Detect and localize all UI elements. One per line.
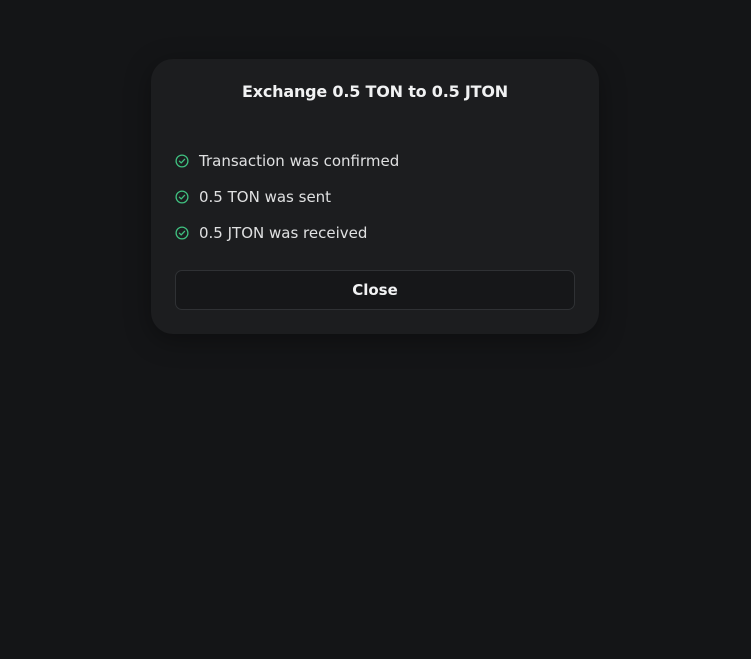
status-text: 0.5 TON was sent [199, 188, 332, 206]
status-text: 0.5 JTON was received [199, 224, 368, 242]
status-item-sent: 0.5 TON was sent [175, 179, 399, 215]
status-item-confirmed: Transaction was confirmed [175, 143, 399, 179]
exchange-status-dialog: Exchange 0.5 TON to 0.5 JTON Transaction… [151, 59, 599, 334]
check-circle-icon [175, 154, 189, 168]
page-background: Exchange 0.5 TON to 0.5 JTON Transaction… [0, 0, 751, 659]
check-circle-icon [175, 190, 189, 204]
status-list: Transaction was confirmed 0.5 TON was se… [175, 143, 399, 251]
status-item-received: 0.5 JTON was received [175, 215, 399, 251]
check-circle-icon [175, 226, 189, 240]
close-button[interactable]: Close [175, 270, 575, 310]
status-text: Transaction was confirmed [199, 152, 400, 170]
dialog-title: Exchange 0.5 TON to 0.5 JTON [242, 82, 508, 101]
